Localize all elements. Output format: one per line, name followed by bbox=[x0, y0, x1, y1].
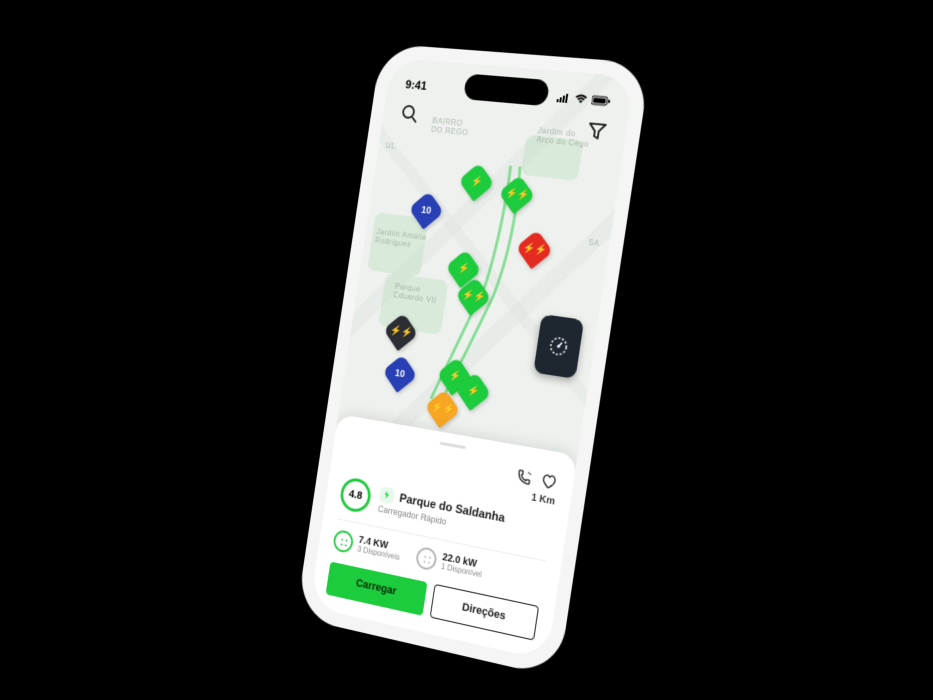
phone-mockup: 9:41 bbox=[295, 43, 650, 677]
search-button[interactable] bbox=[397, 101, 422, 126]
cluster-count: 10 bbox=[394, 368, 405, 380]
bolt-icon: ⚡ bbox=[456, 263, 469, 275]
bolt-icon: ⚡⚡ bbox=[430, 401, 454, 416]
call-button[interactable] bbox=[514, 467, 534, 488]
bolt-icon: ⚡⚡ bbox=[388, 325, 412, 339]
map-text-fragment: SA bbox=[587, 238, 600, 249]
station-detail-sheet[interactable]: 1 Km 4.8 Parque do Saldanha Carregador R… bbox=[309, 414, 577, 661]
search-icon bbox=[399, 104, 420, 125]
station-rating-badge: 4.8 bbox=[338, 476, 372, 515]
station-rating-value: 4.8 bbox=[348, 488, 363, 502]
bolt-icon: ⚡ bbox=[448, 370, 461, 383]
filter-icon bbox=[585, 120, 607, 142]
speed-gauge-button[interactable] bbox=[533, 314, 584, 379]
cellular-signal-icon bbox=[556, 92, 571, 103]
bolt-icon: ⚡⚡ bbox=[521, 243, 546, 257]
charger-pin-busy[interactable]: ⚡⚡ bbox=[515, 230, 552, 270]
bolt-icon: ⚡⚡ bbox=[460, 289, 484, 303]
heart-icon bbox=[540, 472, 558, 491]
status-indicators bbox=[556, 92, 611, 107]
phone-screen: 9:41 bbox=[309, 58, 634, 661]
connector-plug-icon bbox=[414, 546, 437, 572]
charger-cluster-pin[interactable]: 10 bbox=[382, 354, 417, 393]
bolt-icon: ⚡ bbox=[469, 176, 482, 188]
connector-details: 22.0 kW 1 Disponível bbox=[440, 552, 483, 580]
connector-item[interactable]: 22.0 kW 1 Disponível bbox=[414, 546, 483, 581]
battery-icon bbox=[590, 95, 611, 107]
filter-button[interactable] bbox=[583, 118, 610, 144]
status-time: 9:41 bbox=[404, 77, 427, 92]
charge-button[interactable]: Carregar bbox=[325, 562, 427, 616]
connector-plug-icon bbox=[332, 529, 354, 554]
connector-details: 7.4 KW 3 Disponíveis bbox=[356, 535, 401, 563]
charger-pin-available[interactable]: ⚡ bbox=[458, 163, 494, 202]
bolt-icon bbox=[381, 490, 391, 501]
bolt-icon: ⚡ bbox=[466, 385, 479, 398]
gauge-icon bbox=[546, 334, 570, 359]
sheet-drag-handle[interactable] bbox=[439, 442, 465, 449]
favorite-button[interactable] bbox=[539, 471, 559, 492]
map-text-fragment: UL bbox=[385, 141, 396, 151]
charger-pin-available[interactable]: ⚡⚡ bbox=[498, 175, 535, 214]
wifi-icon bbox=[573, 93, 588, 104]
charger-type-badge bbox=[378, 486, 394, 504]
phone-frame: 9:41 bbox=[295, 43, 650, 677]
cluster-count: 10 bbox=[420, 204, 432, 216]
directions-button[interactable]: Direções bbox=[429, 584, 538, 641]
bolt-icon: ⚡⚡ bbox=[504, 188, 529, 202]
connector-item[interactable]: 7.4 KW 3 Disponíveis bbox=[332, 529, 402, 564]
phone-icon bbox=[515, 468, 533, 487]
charger-pin-limited[interactable]: ⚡⚡ bbox=[424, 389, 460, 428]
